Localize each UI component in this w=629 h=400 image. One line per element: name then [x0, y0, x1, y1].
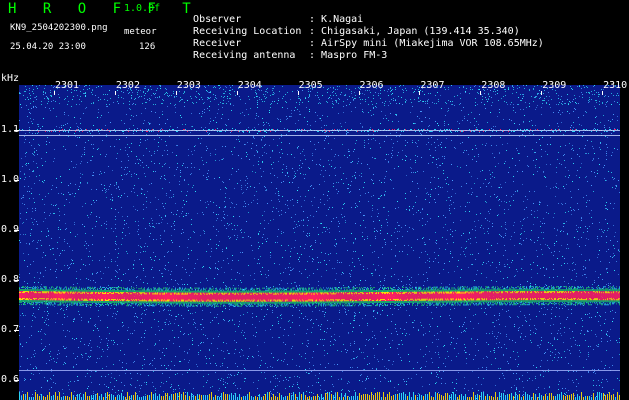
- x-tick: [419, 91, 421, 95]
- info-row-antenna: Receiving antenna: Maspro FM-3: [181, 39, 387, 61]
- info-key: Receiving antenna: [193, 50, 296, 61]
- x-tick: [480, 91, 482, 95]
- x-tick-label: 2308: [481, 80, 506, 91]
- filename-label: KN9_2504202300.png: [10, 23, 108, 33]
- spectrogram: [19, 85, 620, 400]
- x-tick-label: 2306: [359, 80, 384, 91]
- y-tick: [14, 330, 19, 331]
- spectrogram-canvas: [19, 85, 620, 400]
- version-label: 1.0.0f: [124, 3, 161, 14]
- x-tick: [602, 91, 604, 95]
- x-tick: [175, 91, 177, 95]
- app-title: H R O F F T: [8, 1, 200, 17]
- x-tick-label: 2309: [542, 80, 567, 91]
- x-tick-label: 2302: [115, 80, 140, 91]
- y-tick: [14, 280, 19, 281]
- meteor-label: meteor: [124, 27, 157, 37]
- info-value: Maspro FM-3: [321, 50, 388, 61]
- x-tick-label: 2305: [298, 80, 323, 91]
- datetime-label: 25.04.20 23:00: [10, 42, 86, 52]
- x-tick-label: 2310: [603, 80, 628, 91]
- y-tick: [14, 180, 19, 181]
- x-tick: [358, 91, 360, 95]
- x-tick: [54, 91, 55, 95]
- reference-line: [19, 370, 620, 371]
- y-tick: [14, 230, 19, 231]
- reference-line: [19, 130, 620, 131]
- x-tick-label: 2301: [55, 80, 80, 91]
- info-separator: :: [309, 50, 316, 61]
- y-tick: [14, 380, 19, 381]
- meteor-count: 126: [139, 42, 156, 52]
- x-tick: [236, 91, 238, 95]
- x-tick: [297, 91, 299, 95]
- reference-line: [19, 135, 620, 136]
- y-axis-unit-label: kHz: [1, 73, 20, 84]
- x-tick: [114, 91, 116, 95]
- x-tick: [541, 91, 543, 95]
- x-tick-label: 2307: [420, 80, 445, 91]
- x-tick-label: 2303: [176, 80, 201, 91]
- x-tick-label: 2304: [237, 80, 262, 91]
